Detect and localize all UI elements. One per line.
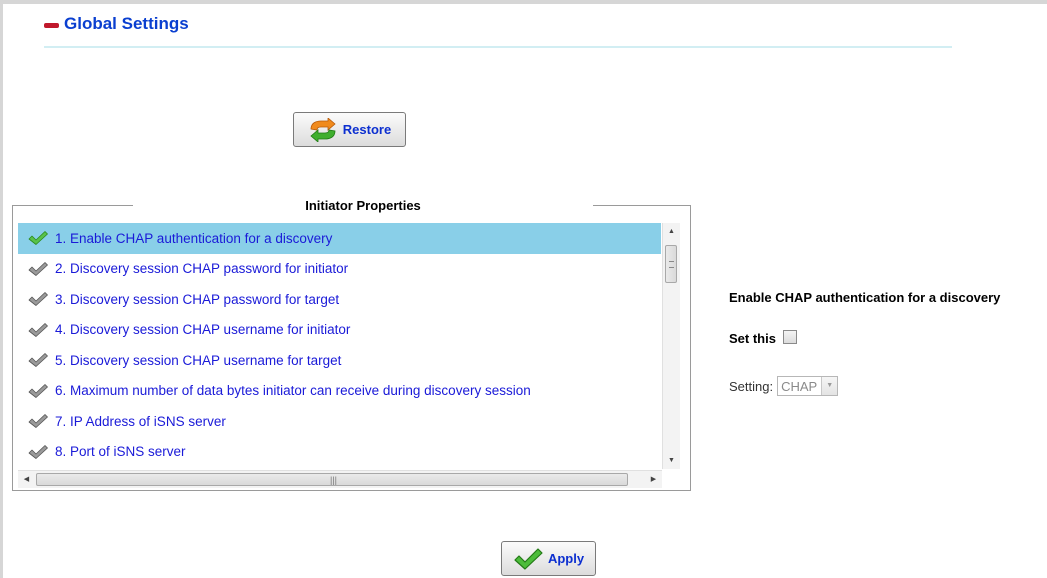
- scroll-right-icon[interactable]: ▶: [645, 471, 662, 488]
- setting-select[interactable]: CHAP ▼: [777, 376, 839, 396]
- list-item[interactable]: 5. Discovery session CHAP username for t…: [18, 345, 661, 376]
- panel-legend: Initiator Properties: [133, 199, 593, 213]
- properties-list[interactable]: 1. Enable CHAP authentication for a disc…: [18, 223, 661, 469]
- refresh-arrows-icon: [310, 117, 336, 142]
- list-item-label: 1. Enable CHAP authentication for a disc…: [55, 230, 333, 246]
- top-border: [0, 0, 1047, 4]
- list-item-label: 5. Discovery session CHAP username for t…: [55, 352, 342, 368]
- scroll-left-icon[interactable]: ◀: [18, 471, 35, 488]
- set-this-checkbox[interactable]: [782, 330, 797, 344]
- horizontal-scroll-thumb[interactable]: |||: [36, 473, 628, 486]
- list-item[interactable]: 3. Discovery session CHAP password for t…: [18, 284, 661, 315]
- gray-check-icon: [28, 292, 48, 307]
- list-item[interactable]: 2. Discovery session CHAP password for i…: [18, 254, 661, 285]
- list-item[interactable]: 7. IP Address of iSNS server: [18, 406, 661, 437]
- restore-label: Restore: [342, 122, 392, 137]
- grip-icon: |||: [330, 475, 338, 485]
- setting-label: Setting:: [729, 378, 774, 394]
- scroll-up-icon[interactable]: ▲: [663, 223, 680, 240]
- setting-row: Setting: CHAP ▼: [729, 376, 839, 396]
- chevron-down-icon[interactable]: ▼: [821, 377, 838, 395]
- gray-check-icon: [28, 444, 48, 459]
- list-item[interactable]: 1. Enable CHAP authentication for a disc…: [18, 223, 661, 254]
- list-item-label: 3. Discovery session CHAP password for t…: [55, 291, 340, 307]
- gray-check-icon: [28, 414, 48, 429]
- list-item-label: 7. IP Address of iSNS server: [55, 413, 226, 429]
- list-item-label: 6. Maximum number of data bytes initiato…: [55, 383, 531, 399]
- detail-title: Enable CHAP authentication for a discove…: [729, 290, 1001, 305]
- gray-check-icon: [28, 383, 48, 398]
- setting-select-value: CHAP: [781, 378, 818, 394]
- minus-icon[interactable]: [44, 22, 59, 28]
- page-title: Global Settings: [64, 14, 189, 33]
- list-item-label: 8. Port of iSNS server: [55, 444, 186, 460]
- green-check-icon: [28, 231, 48, 246]
- list-item-label: 4. Discovery session CHAP username for i…: [55, 322, 351, 338]
- gray-check-icon: [28, 261, 48, 276]
- left-border: [0, 0, 3, 578]
- restore-button[interactable]: Restore: [293, 112, 406, 147]
- list-item[interactable]: 4. Discovery session CHAP username for i…: [18, 315, 661, 346]
- scroll-down-icon[interactable]: ▼: [663, 452, 680, 469]
- vertical-scroll-thumb[interactable]: [665, 245, 677, 283]
- gray-check-icon: [28, 353, 48, 368]
- vertical-scrollbar[interactable]: ▲ ▼: [662, 223, 680, 469]
- initiator-properties-panel: Initiator Properties 1. Enable CHAP auth…: [12, 199, 691, 491]
- list-item[interactable]: 6. Maximum number of data bytes initiato…: [18, 376, 661, 407]
- horizontal-scrollbar[interactable]: ◀ ||| ▶: [18, 470, 662, 488]
- set-this-label: Set this: [729, 331, 776, 346]
- section-header[interactable]: Global Settings: [44, 12, 189, 36]
- list-item-label: 2. Discovery session CHAP password for i…: [55, 261, 349, 277]
- gray-check-icon: [28, 322, 48, 337]
- apply-label: Apply: [547, 551, 585, 566]
- header-divider: [44, 46, 952, 48]
- set-this-row: Set this: [729, 330, 797, 346]
- list-item[interactable]: 8. Port of iSNS server: [18, 437, 661, 468]
- apply-button[interactable]: Apply: [501, 541, 596, 576]
- checkmark-icon: [514, 547, 543, 570]
